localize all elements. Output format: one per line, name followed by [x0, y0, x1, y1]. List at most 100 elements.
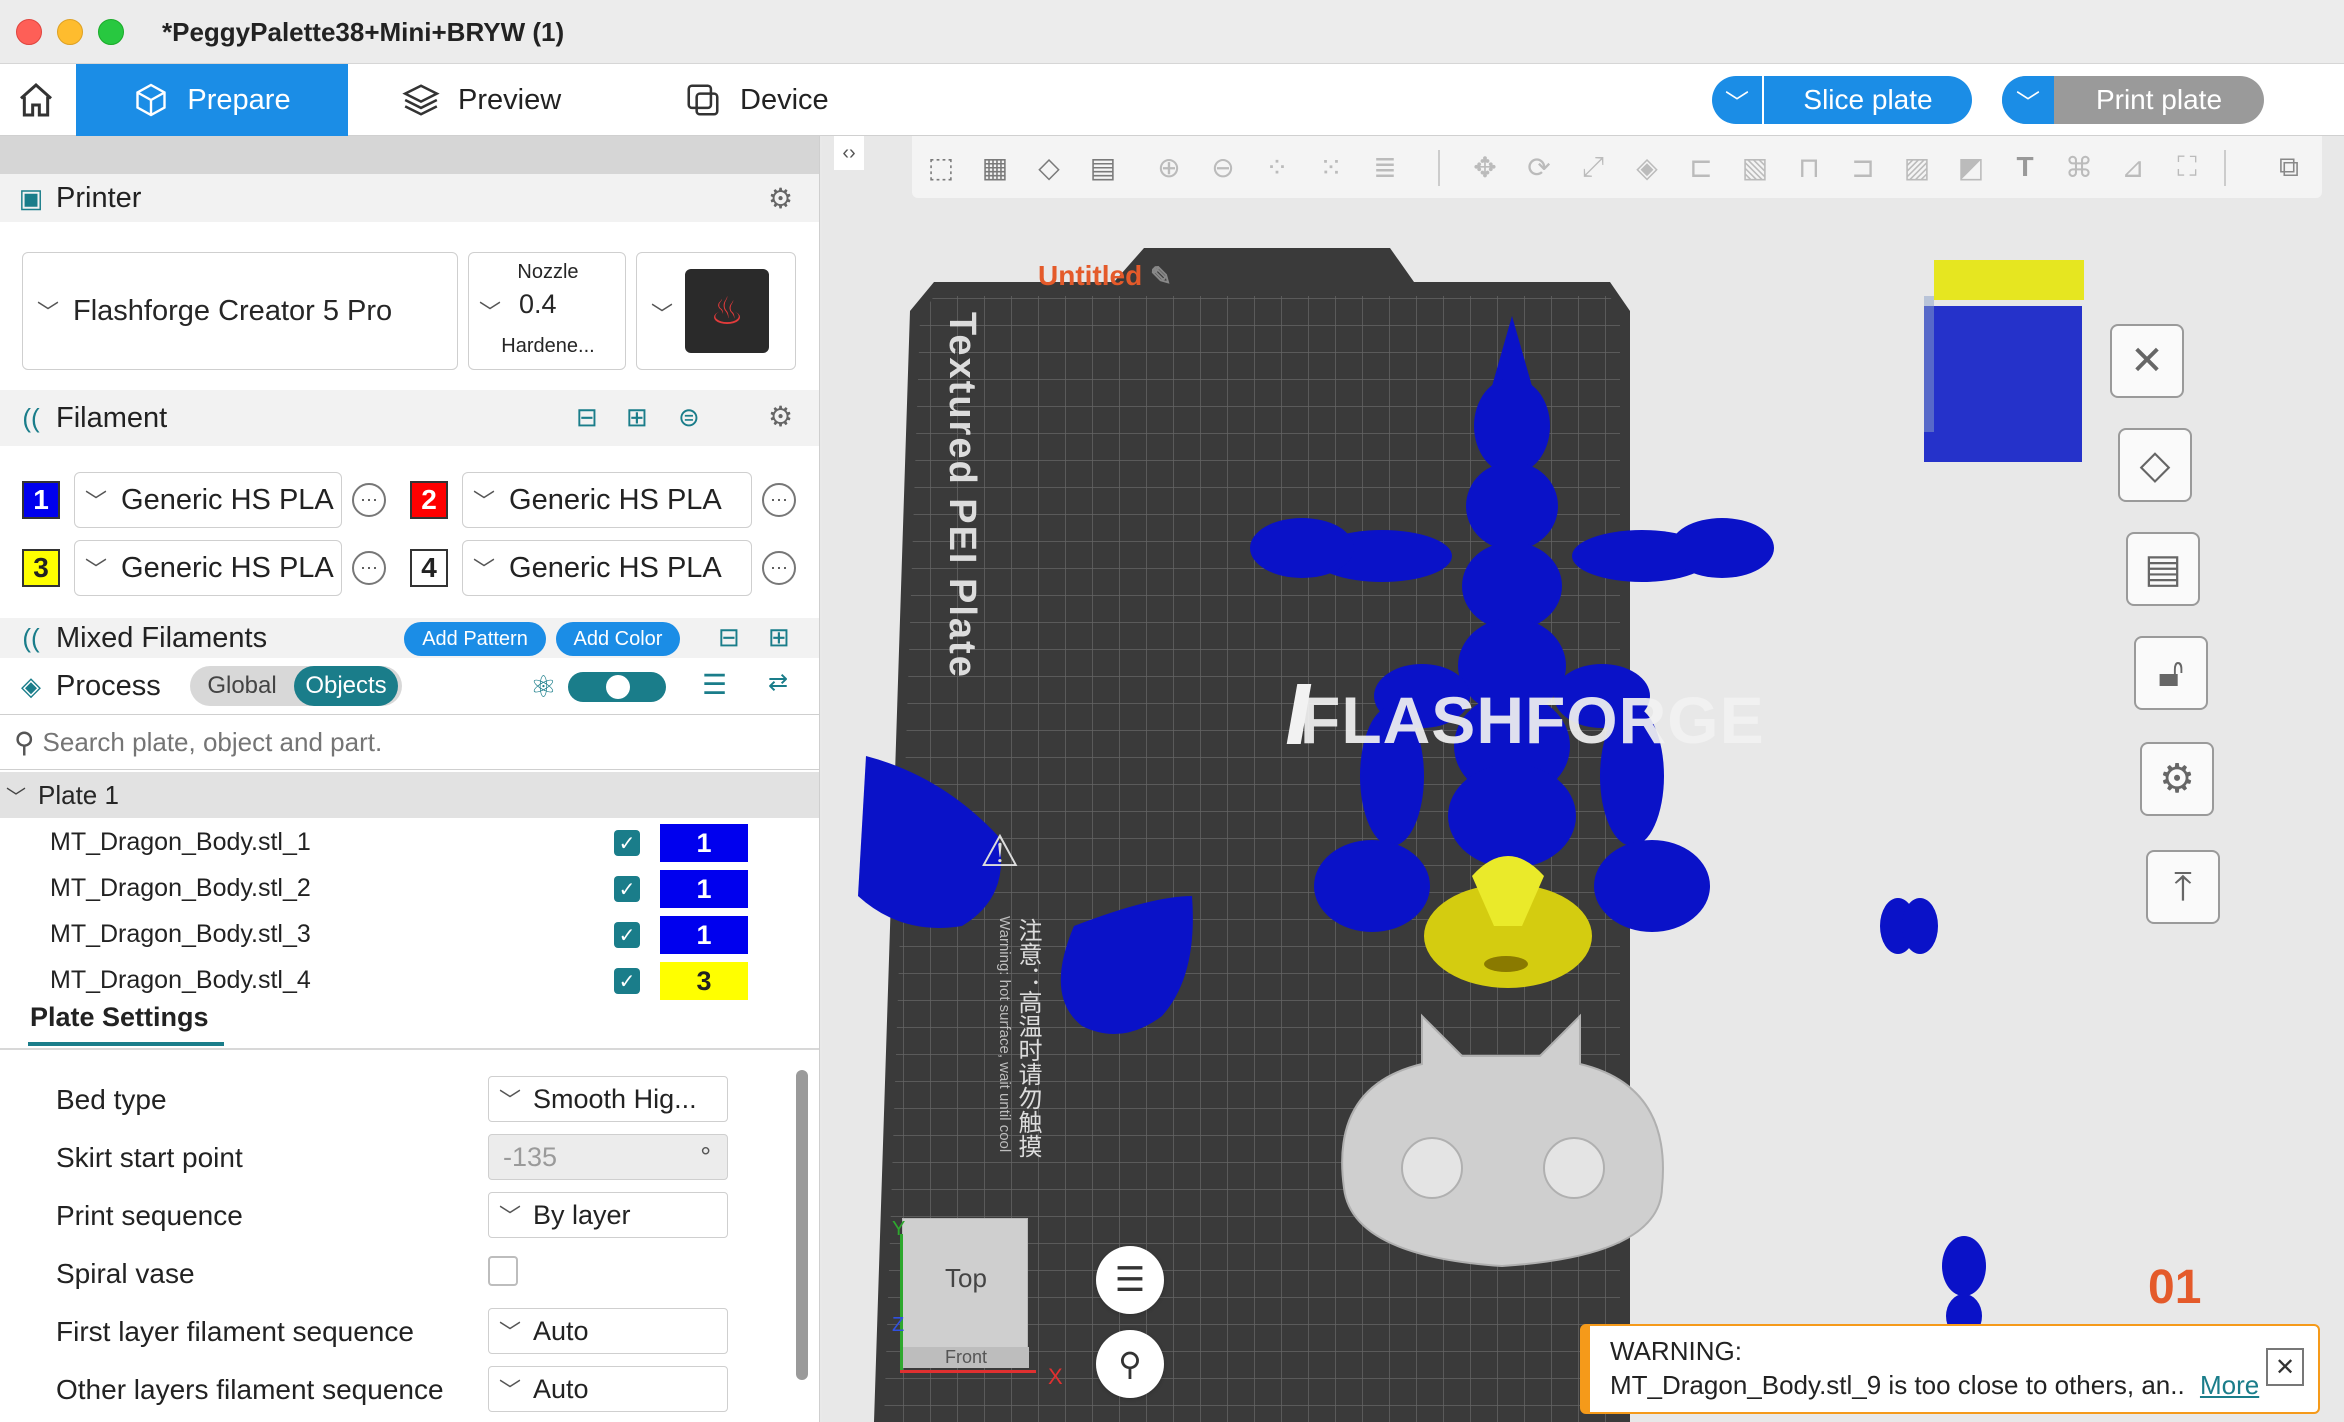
process-section-header: ◈ Process Global Objects ⚛ ☰ ⇄ — [0, 660, 819, 712]
filament-slot-4-more-icon[interactable]: ⋯ — [762, 551, 796, 585]
close-window-button[interactable] — [16, 19, 42, 45]
object-visible-checkbox[interactable]: ✓ — [614, 830, 640, 856]
settings-scrollbar[interactable] — [796, 1070, 808, 1380]
menu-button[interactable]: ☰ — [1096, 1246, 1164, 1314]
print-sequence-dropdown[interactable]: ﹀ By layer — [488, 1192, 728, 1238]
print-dropdown-chevron-icon[interactable]: ﹀ — [2002, 76, 2054, 124]
search-input[interactable] — [42, 726, 803, 758]
minimize-window-button[interactable] — [57, 19, 83, 45]
printer-icon: ▣ — [18, 182, 44, 213]
printer-select[interactable]: ﹀ Flashforge Creator 5 Pro — [22, 252, 458, 370]
bed-type-dropdown[interactable]: ﹀ Smooth Hig... — [488, 1076, 728, 1122]
maximize-window-button[interactable] — [98, 19, 124, 45]
list-icon[interactable]: ☰ — [702, 668, 727, 701]
axis-x-line — [900, 1370, 1036, 1373]
atom-icon[interactable]: ⚛ — [530, 670, 557, 705]
close-icon[interactable]: ✕ — [2266, 1348, 2304, 1386]
axis-y-line — [900, 1234, 903, 1372]
edit-icon[interactable]: ✎ — [1150, 261, 1172, 291]
filament-slot-1-swatch[interactable]: 1 — [22, 481, 60, 519]
close-icon[interactable]: ✕ — [2110, 324, 2184, 398]
first-layer-sequence-dropdown[interactable]: ﹀ Auto — [488, 1308, 728, 1354]
plate-settings-tab[interactable]: Plate Settings — [30, 1002, 209, 1033]
view-top-label: Top — [945, 1263, 987, 1293]
bed-chevron-icon: ﹀ — [651, 302, 674, 327]
slice-plate-label: Slice plate — [1803, 84, 1933, 115]
search-bar[interactable]: ⚲ — [0, 714, 819, 770]
skirt-start-input[interactable]: -135 ° — [488, 1134, 728, 1180]
print-plate-button[interactable]: ﹀ Print plate — [2002, 76, 2264, 124]
object-extruder-badge[interactable]: 3 — [660, 962, 748, 1000]
filament-slot-3-more-icon[interactable]: ⋯ — [352, 551, 386, 585]
color-tower — [1924, 216, 2084, 462]
home-button[interactable] — [0, 64, 72, 136]
add-filament-icon[interactable]: ⊞ — [626, 402, 648, 433]
tab-device[interactable]: Device — [684, 64, 829, 136]
tab-prepare[interactable]: Prepare — [76, 64, 348, 136]
skirt-start-value: -135 — [503, 1141, 558, 1172]
table-row[interactable]: MT_Dragon_Body.stl_2 ✓ 1 — [0, 866, 819, 912]
tab-preview[interactable]: Preview — [402, 64, 561, 136]
slice-dropdown-chevron-icon[interactable]: ﹀ — [1712, 76, 1764, 124]
object-visible-checkbox[interactable]: ✓ — [614, 876, 640, 902]
arrange-side-icon[interactable]: ▤ — [2126, 532, 2200, 606]
plate-name[interactable]: Untitled ✎ — [1038, 260, 1172, 292]
object-extruder-badge[interactable]: 1 — [660, 870, 748, 908]
global-objects-toggle[interactable]: Global Objects — [190, 666, 402, 706]
nozzle-value: 0.4 — [519, 289, 557, 319]
printer-select-chevron-icon: ﹀ — [37, 300, 60, 325]
sync-filament-icon[interactable]: ⊜ — [678, 402, 700, 433]
remove-filament-icon[interactable]: ⊟ — [576, 402, 598, 433]
filament-slot-4-select[interactable]: ﹀ Generic HS PLA — [462, 540, 752, 596]
auto-orient-side-icon[interactable]: ◇ — [2118, 428, 2192, 502]
add-color-button[interactable]: Add Color — [556, 622, 680, 656]
process-section-label: Process — [56, 669, 161, 702]
spiral-vase-checkbox[interactable] — [488, 1256, 518, 1286]
plate-collapse-chevron-icon[interactable]: ﹀ — [6, 781, 26, 810]
plate-number: 01 — [2148, 1261, 2202, 1314]
object-visible-checkbox[interactable]: ✓ — [614, 922, 640, 948]
sidebar-header-strip — [0, 136, 819, 174]
object-extruder-badge[interactable]: 1 — [660, 824, 748, 862]
plate-settings-divider — [0, 1048, 819, 1050]
nozzle-select[interactable]: Nozzle ﹀ 0.4 Hardene... — [468, 252, 626, 370]
remove-mixed-icon[interactable]: ⊟ — [718, 622, 740, 653]
table-row[interactable]: MT_Dragon_Body.stl_4 ✓ 3 — [0, 958, 819, 1004]
filament-slot-3-select[interactable]: ﹀ Generic HS PLA — [74, 540, 342, 596]
plate-settings-icon[interactable]: ⚙ — [2140, 742, 2214, 816]
filament-slot-2-more-icon[interactable]: ⋯ — [762, 483, 796, 517]
bed-type-select[interactable]: ﹀ ♨ — [636, 252, 796, 370]
object-visible-checkbox[interactable]: ✓ — [614, 968, 640, 994]
filament-slot-2-select[interactable]: ﹀ Generic HS PLA — [462, 472, 752, 528]
view-cube[interactable]: Top Front — [902, 1218, 1029, 1368]
add-mixed-icon[interactable]: ⊞ — [768, 622, 790, 653]
other-layers-sequence-dropdown[interactable]: ﹀ Auto — [488, 1366, 728, 1412]
filament-slot-1-select[interactable]: ﹀ Generic HS PLA — [74, 472, 342, 528]
layers-icon — [402, 84, 440, 116]
printer-settings-icon[interactable]: ⚙ — [768, 182, 793, 215]
filament-slot-1-more-icon[interactable]: ⋯ — [352, 483, 386, 517]
slice-plate-button[interactable]: ﹀ Slice plate — [1712, 76, 1972, 124]
compare-icon[interactable]: ⇄ — [768, 668, 788, 697]
move-to-top-icon[interactable]: ⤒ — [2146, 850, 2220, 924]
add-pattern-button[interactable]: Add Pattern — [404, 622, 546, 656]
lock-icon[interactable]: 🔓︎ — [2134, 636, 2208, 710]
filament-slot-2-swatch[interactable]: 2 — [410, 481, 448, 519]
plate-label: Plate 1 — [38, 779, 119, 810]
toggle-objects[interactable]: Objects — [294, 666, 398, 706]
table-row[interactable]: MT_Dragon_Body.stl_1 ✓ 1 — [0, 820, 819, 866]
warning-notification: WARNING: MT_Dragon_Body.stl_9 is too clo… — [1580, 1324, 2320, 1414]
filament-slot-4-swatch[interactable]: 4 — [410, 549, 448, 587]
chevron-down-icon: ﹀ — [499, 1378, 522, 1403]
filament-settings-icon[interactable]: ⚙ — [768, 400, 793, 433]
filament-slot-3-swatch[interactable]: 3 — [22, 549, 60, 587]
object-extruder-badge[interactable]: 1 — [660, 916, 748, 954]
toggle-global[interactable]: Global — [190, 672, 294, 700]
zoom-button[interactable]: ⚲ — [1096, 1330, 1164, 1398]
advanced-switch[interactable] — [568, 672, 666, 702]
plate-row[interactable]: ﹀ Plate 1 — [0, 772, 819, 818]
warning-more-link[interactable]: More — [2200, 1370, 2259, 1400]
3d-viewport[interactable]: ‹› ⬚ ▦ ◇ ▤ ⊕ ⊖ ⁘ ⁙ ≣ ✥ ⟳ ⤢ ◈ ⊏ ▧ ⊓ ⊐ ▨ ◩… — [822, 136, 2344, 1422]
table-row[interactable]: MT_Dragon_Body.stl_3 ✓ 1 — [0, 912, 819, 958]
chevron-down-icon: ﹀ — [499, 1320, 522, 1345]
